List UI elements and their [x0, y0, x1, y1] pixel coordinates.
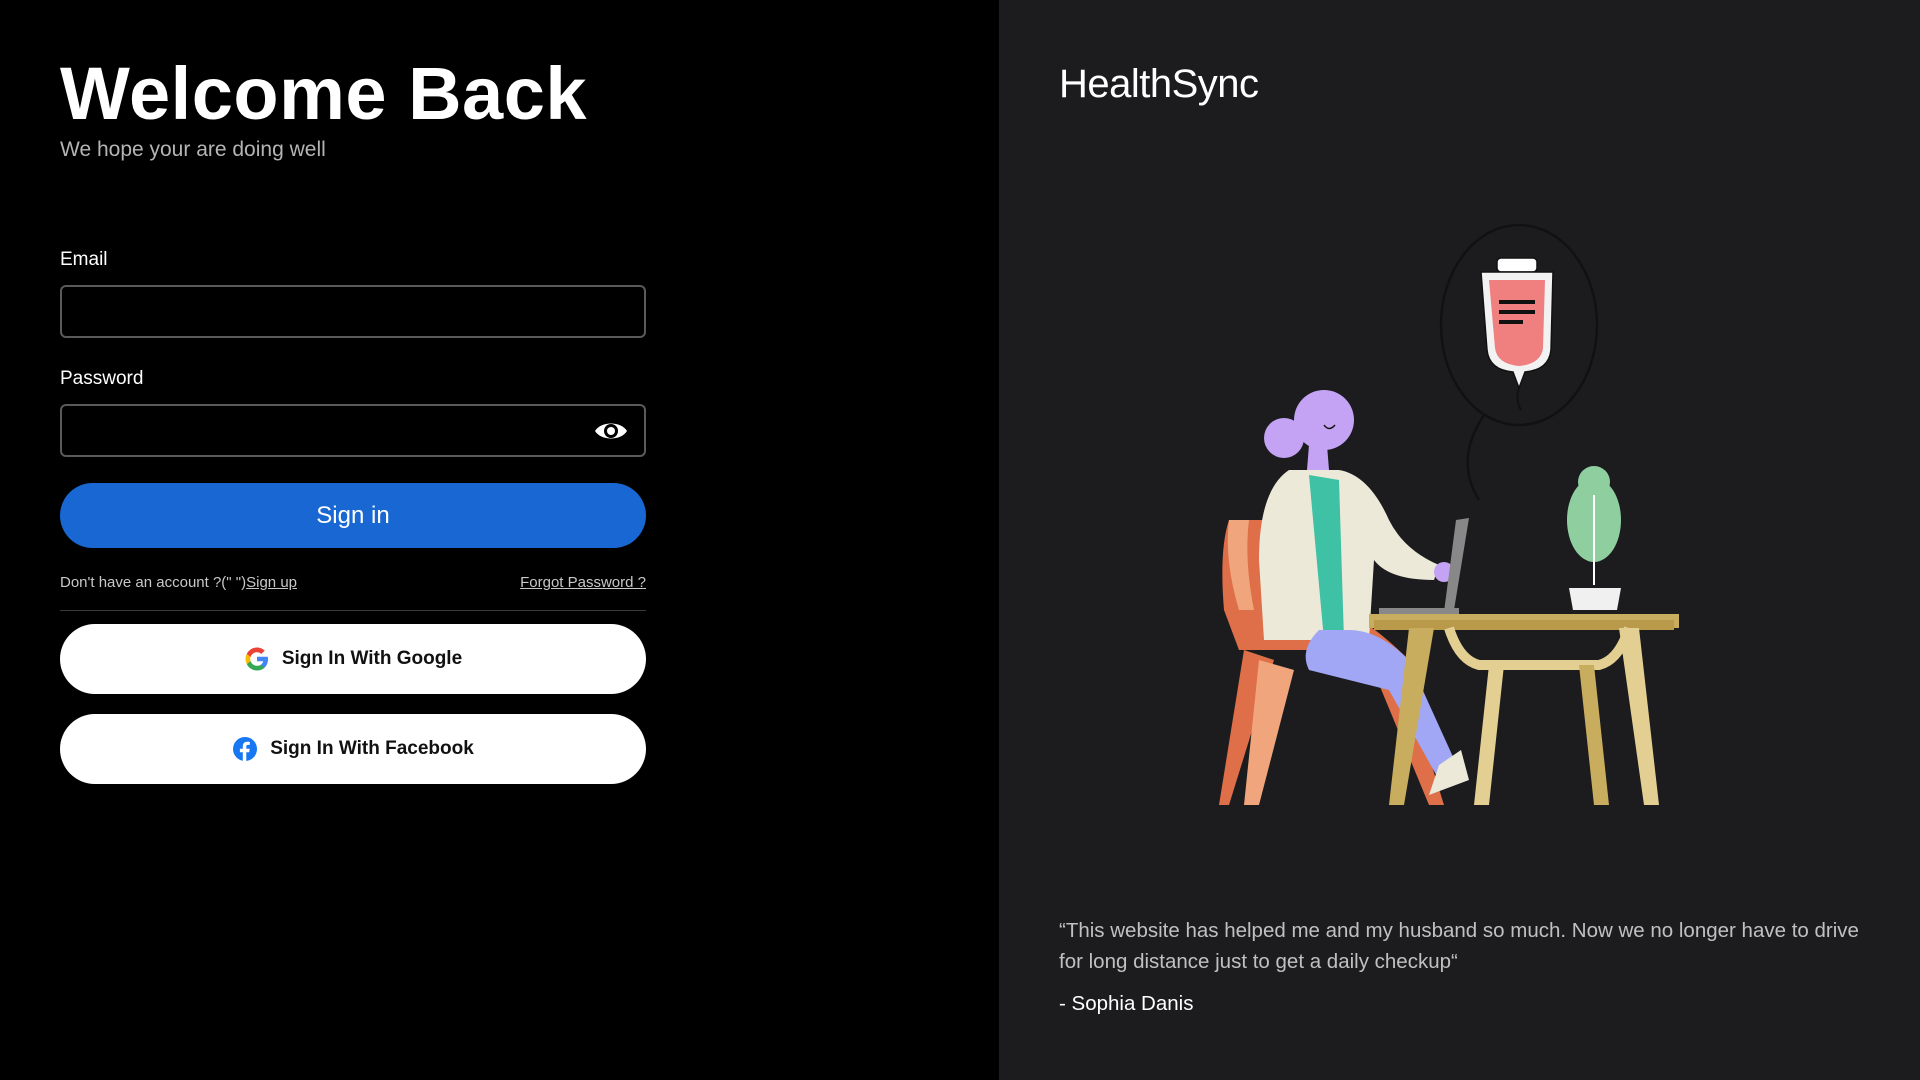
google-signin-button[interactable]: Sign In With Google: [60, 624, 646, 694]
email-field-wrapper: [60, 285, 646, 338]
doctor-at-desk-illustration: [1219, 223, 1679, 805]
signup-prompt: Don't have an account ?(" ")Sign up: [60, 574, 297, 591]
brand-logo: HealthSync: [1059, 62, 1259, 106]
helper-row: Don't have an account ?(" ")Sign up Forg…: [60, 574, 646, 596]
forgot-password-link[interactable]: Forgot Password ?: [520, 574, 646, 591]
signin-button[interactable]: Sign in: [60, 483, 646, 548]
password-field[interactable]: [62, 406, 644, 455]
divider: [60, 610, 646, 611]
no-account-text: Don't have an account ?(" "): [60, 574, 247, 591]
page-subtitle: We hope your are doing well: [60, 138, 326, 161]
testimonial-author: - Sophia Danis: [1059, 992, 1194, 1015]
showcase-panel: HealthSync “This website has helped me a…: [999, 0, 1920, 1080]
email-label: Email: [60, 249, 108, 270]
facebook-signin-button[interactable]: Sign In With Facebook: [60, 714, 646, 784]
page-title: Welcome Back: [60, 52, 587, 135]
google-logo-icon: [244, 646, 270, 672]
email-field[interactable]: [62, 287, 644, 336]
testimonial-quote: “This website has helped me and my husba…: [1059, 919, 1859, 973]
facebook-signin-label: Sign In With Facebook: [270, 738, 474, 759]
password-field-wrapper: [60, 404, 646, 457]
facebook-logo-icon: [232, 736, 258, 762]
password-label: Password: [60, 368, 144, 389]
google-signin-label: Sign In With Google: [281, 648, 463, 669]
login-panel: Welcome Back We hope your are doing well…: [0, 0, 999, 1080]
eye-icon[interactable]: [594, 418, 628, 444]
signup-link[interactable]: Sign up: [246, 574, 297, 591]
